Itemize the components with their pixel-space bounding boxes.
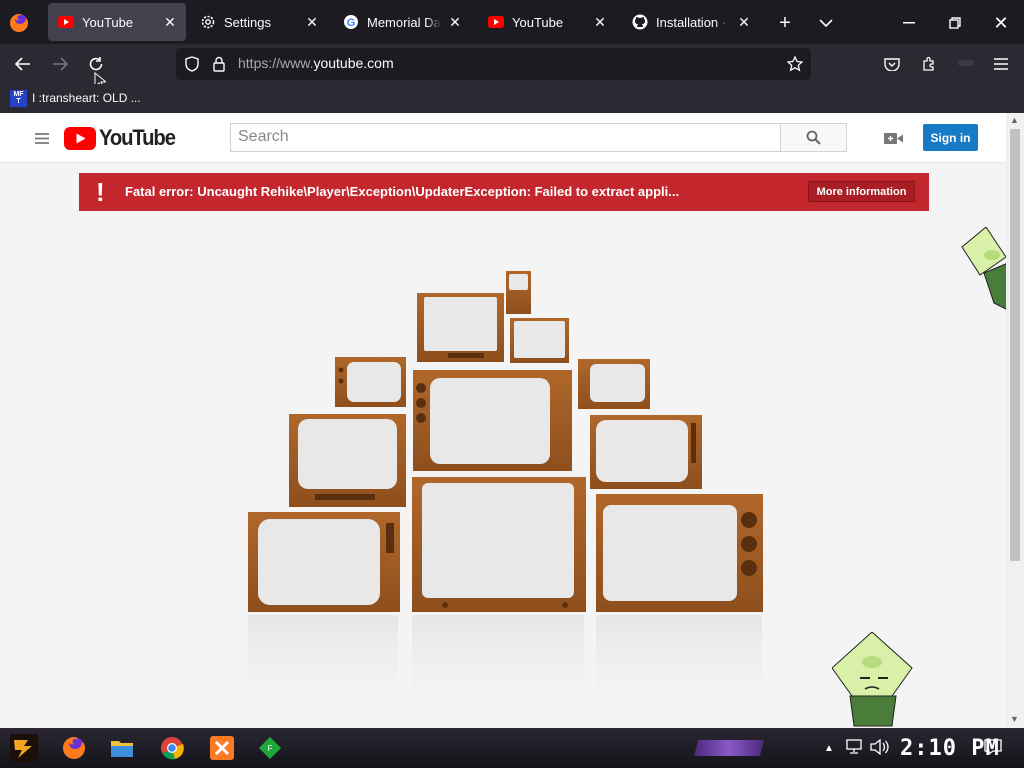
tab-github[interactable]: Installation · Re ✕ — [622, 3, 760, 41]
tv-set — [248, 512, 400, 612]
tab-title: YouTube — [82, 14, 134, 30]
more-information-button[interactable]: More information — [808, 181, 915, 202]
gear-icon — [200, 14, 216, 30]
tab-strip: YouTube ✕ Settings ✕ G Memorial Day - ✕ … — [0, 0, 1024, 44]
address-bar[interactable]: https://www.youtube.com — [176, 48, 811, 80]
scroll-down-arrow-icon[interactable]: ▼ — [1010, 714, 1019, 724]
lock-icon[interactable] — [211, 56, 227, 72]
extensions-puzzle-icon[interactable] — [918, 53, 940, 75]
github-icon — [632, 14, 648, 30]
new-tab-icon[interactable]: + — [774, 12, 796, 34]
guide-menu-icon[interactable] — [34, 130, 50, 146]
close-tab-icon[interactable]: ✕ — [736, 14, 752, 30]
close-tab-icon[interactable]: ✕ — [447, 14, 463, 30]
list-tabs-chevron-icon[interactable] — [815, 12, 837, 34]
bookmark-item[interactable]: MF T I :transheart: OLD ... — [10, 88, 141, 108]
app-icon[interactable]: F — [256, 734, 284, 762]
notifications-icon[interactable] — [982, 736, 1004, 758]
xampp-icon[interactable] — [208, 734, 236, 762]
tv-set — [510, 318, 569, 363]
youtube-logo-icon — [64, 126, 96, 150]
sign-in-button[interactable]: Sign in — [923, 124, 978, 151]
scrollbar-thumb[interactable] — [1010, 129, 1020, 561]
firefox-menu-icon[interactable] — [8, 12, 30, 34]
search-icon — [806, 130, 821, 145]
tab-title: Installation · Re — [656, 14, 730, 30]
tab-youtube[interactable]: YouTube ✕ — [478, 3, 616, 41]
volume-icon[interactable] — [868, 736, 890, 758]
vertical-scrollbar[interactable]: ▲ ▼ — [1006, 113, 1024, 728]
mascot-gem-character-bottom — [831, 631, 914, 728]
pocket-icon[interactable] — [881, 53, 903, 75]
close-tab-icon[interactable]: ✕ — [162, 14, 178, 30]
restore-window-icon[interactable] — [944, 12, 966, 34]
web-page: YouTube Search Sign in ! Fatal error: Un… — [0, 113, 1024, 728]
error-message: Fatal error: Uncaught Rehike\Player\Exce… — [125, 184, 680, 199]
start-button-icon[interactable] — [8, 732, 40, 764]
shield-icon[interactable] — [184, 56, 200, 72]
tab-title: YouTube — [512, 14, 564, 30]
google-icon: G — [343, 14, 359, 30]
youtube-logo-text: YouTube — [99, 125, 176, 150]
tab-google[interactable]: G Memorial Day - ✕ — [333, 3, 471, 41]
firefox-icon[interactable] — [60, 734, 88, 762]
windows-taskbar: F ▲ 2:10 PM — [0, 728, 1024, 768]
tv-set — [578, 359, 650, 409]
youtube-icon — [58, 14, 74, 30]
bookmark-label: I :transheart: OLD ... — [32, 91, 141, 105]
url-text[interactable]: https://www.youtube.com — [238, 55, 394, 71]
url-domain: youtube.com — [313, 55, 394, 71]
search-input[interactable]: Search — [230, 123, 781, 152]
minimize-window-icon[interactable] — [898, 12, 920, 34]
tab-youtube-active[interactable]: YouTube ✕ — [48, 3, 186, 41]
hamburger-menu-icon[interactable] — [990, 53, 1012, 75]
tv-set — [590, 415, 702, 489]
forward-arrow-icon[interactable] — [49, 53, 71, 75]
tv-set — [596, 494, 763, 612]
youtube-icon — [488, 14, 504, 30]
tab-settings[interactable]: Settings ✕ — [190, 3, 328, 41]
close-tab-icon[interactable]: ✕ — [592, 14, 608, 30]
upload-video-camera-icon[interactable] — [884, 130, 904, 146]
svg-text:F: F — [268, 744, 273, 753]
url-prefix: https://www. — [238, 55, 314, 71]
error-banner: ! Fatal error: Uncaught Rehike\Player\Ex… — [79, 173, 929, 211]
scroll-up-arrow-icon[interactable]: ▲ — [1010, 115, 1019, 125]
tab-title: Settings — [224, 14, 271, 30]
tab-title: Memorial Day - — [367, 14, 441, 30]
search-placeholder: Search — [238, 128, 289, 145]
star-bookmark-icon[interactable] — [786, 56, 804, 72]
file-explorer-icon[interactable] — [108, 734, 136, 762]
bookmark-favicon-icon: MF T — [10, 89, 27, 107]
tv-set — [506, 271, 531, 314]
navigation-toolbar: https://www.youtube.com — [0, 44, 1024, 90]
tv-set — [289, 414, 406, 507]
extension-icon[interactable] — [955, 53, 977, 75]
show-hidden-icons-chevron-icon[interactable]: ▲ — [820, 738, 838, 758]
youtube-logo[interactable]: YouTube — [64, 125, 181, 150]
tv-set — [417, 293, 504, 362]
taskbar-decoration — [694, 740, 764, 756]
youtube-header: YouTube Search Sign in — [0, 113, 1006, 163]
network-icon[interactable] — [844, 736, 866, 758]
tv-set — [412, 477, 586, 612]
bookmarks-toolbar: MF T I :transheart: OLD ... — [0, 84, 1024, 113]
svg-text:G: G — [347, 17, 356, 29]
tv-set — [335, 357, 406, 407]
close-window-icon[interactable]: ✕ — [990, 12, 1012, 34]
error-exclamation-icon: ! — [96, 177, 105, 207]
back-arrow-icon[interactable] — [12, 53, 34, 75]
chrome-icon[interactable] — [158, 734, 186, 762]
search-button[interactable] — [780, 123, 847, 152]
close-tab-icon[interactable]: ✕ — [304, 14, 320, 30]
tv-stack-illustration — [248, 271, 763, 725]
tv-set — [413, 370, 572, 471]
